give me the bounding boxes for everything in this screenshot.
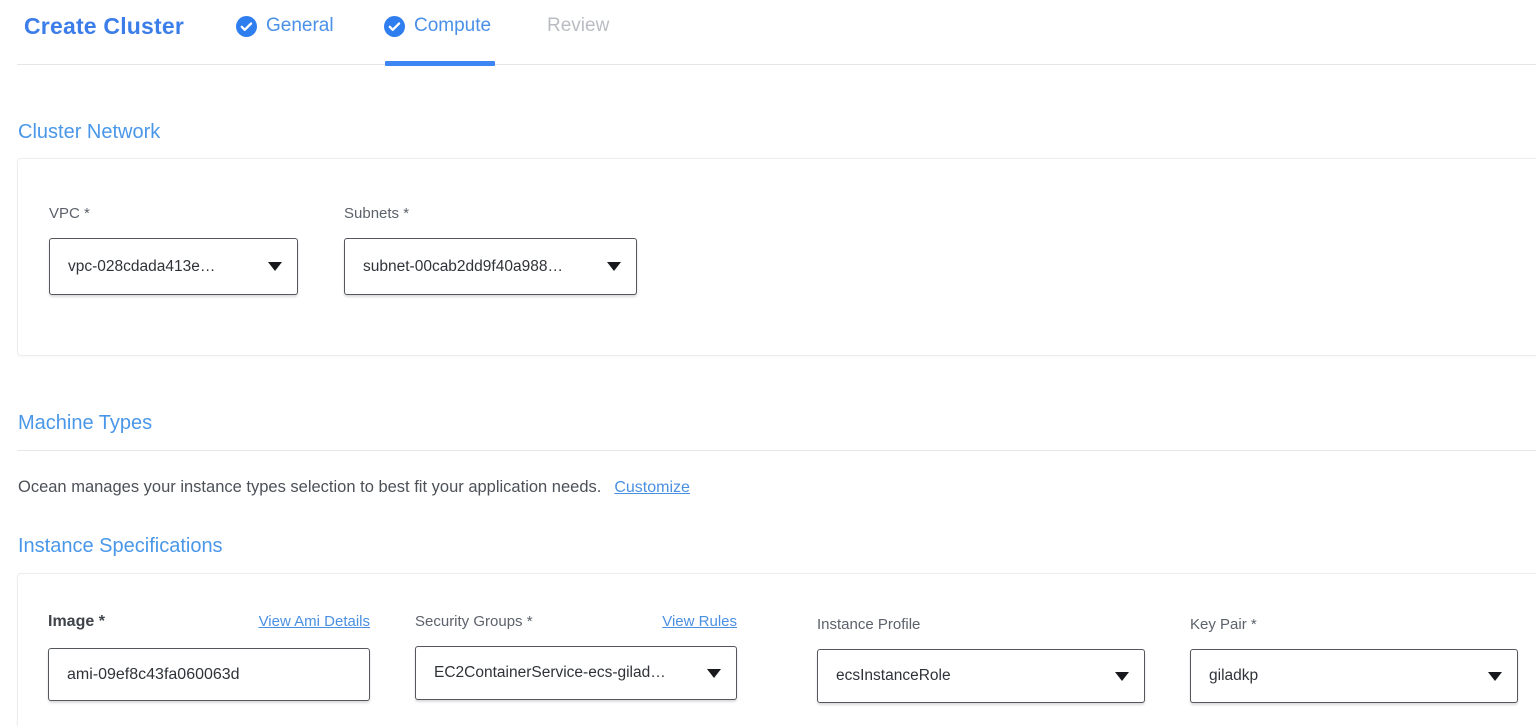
check-circle-icon	[236, 16, 257, 37]
subnets-label: Subnets *	[344, 205, 637, 222]
cluster-network-heading: Cluster Network	[18, 121, 160, 144]
subnets-field: Subnets * subnet-00cab2dd9f40a988…	[344, 205, 637, 295]
active-tab-indicator	[385, 61, 495, 66]
instance-profile-select[interactable]: ecsInstanceRole	[817, 649, 1145, 703]
key-pair-selected-value: giladkp	[1209, 667, 1258, 685]
subnets-selected-value: subnet-00cab2dd9f40a988…	[363, 258, 563, 276]
tab-compute-label: Compute	[414, 15, 491, 37]
security-groups-field: Security Groups * View Rules EC2Containe…	[415, 613, 737, 700]
caret-down-icon	[707, 669, 721, 678]
caret-down-icon	[268, 262, 282, 271]
tab-review[interactable]: Review	[547, 15, 609, 37]
machine-types-description-row: Ocean manages your instance types select…	[18, 478, 690, 497]
machine-types-description: Ocean manages your instance types select…	[18, 478, 601, 497]
tab-compute[interactable]: Compute	[384, 15, 491, 37]
key-pair-select[interactable]: giladkp	[1190, 649, 1518, 703]
security-groups-label: Security Groups *	[415, 613, 533, 630]
machine-types-divider	[17, 450, 1536, 451]
check-circle-icon	[384, 16, 405, 37]
vpc-label: VPC *	[49, 205, 298, 222]
header-divider	[17, 64, 1536, 65]
instance-profile-field: Instance Profile ecsInstanceRole	[817, 616, 1145, 703]
view-rules-link[interactable]: View Rules	[662, 613, 737, 630]
tab-review-label: Review	[547, 15, 609, 37]
page-title: Create Cluster	[24, 13, 184, 40]
instance-profile-selected-value: ecsInstanceRole	[836, 667, 951, 685]
vpc-selected-value: vpc-028cdada413e…	[68, 258, 215, 276]
image-input[interactable]	[48, 648, 370, 701]
caret-down-icon	[1488, 672, 1502, 681]
subnets-select[interactable]: subnet-00cab2dd9f40a988…	[344, 238, 637, 295]
caret-down-icon	[607, 262, 621, 271]
vpc-field: VPC * vpc-028cdada413e…	[49, 205, 298, 295]
tab-general-label: General	[266, 15, 334, 37]
key-pair-label: Key Pair *	[1190, 616, 1518, 633]
instance-specifications-heading: Instance Specifications	[18, 535, 223, 558]
image-label: Image *	[48, 613, 105, 631]
customize-link[interactable]: Customize	[614, 479, 690, 497]
security-groups-select[interactable]: EC2ContainerService-ecs-gilad…	[415, 646, 737, 700]
instance-profile-label: Instance Profile	[817, 616, 1145, 633]
key-pair-field: Key Pair * giladkp	[1190, 616, 1518, 703]
create-cluster-page: Create Cluster General Compute Review Cl…	[0, 0, 1536, 726]
view-ami-details-link[interactable]: View Ami Details	[259, 613, 370, 630]
tab-general[interactable]: General	[236, 15, 334, 37]
machine-types-heading: Machine Types	[18, 412, 152, 435]
cluster-network-card: VPC * vpc-028cdada413e… Subnets * subnet…	[17, 158, 1536, 356]
security-groups-selected-value: EC2ContainerService-ecs-gilad…	[434, 664, 666, 682]
caret-down-icon	[1115, 672, 1129, 681]
vpc-select[interactable]: vpc-028cdada413e…	[49, 238, 298, 295]
image-field: Image * View Ami Details	[48, 613, 370, 701]
